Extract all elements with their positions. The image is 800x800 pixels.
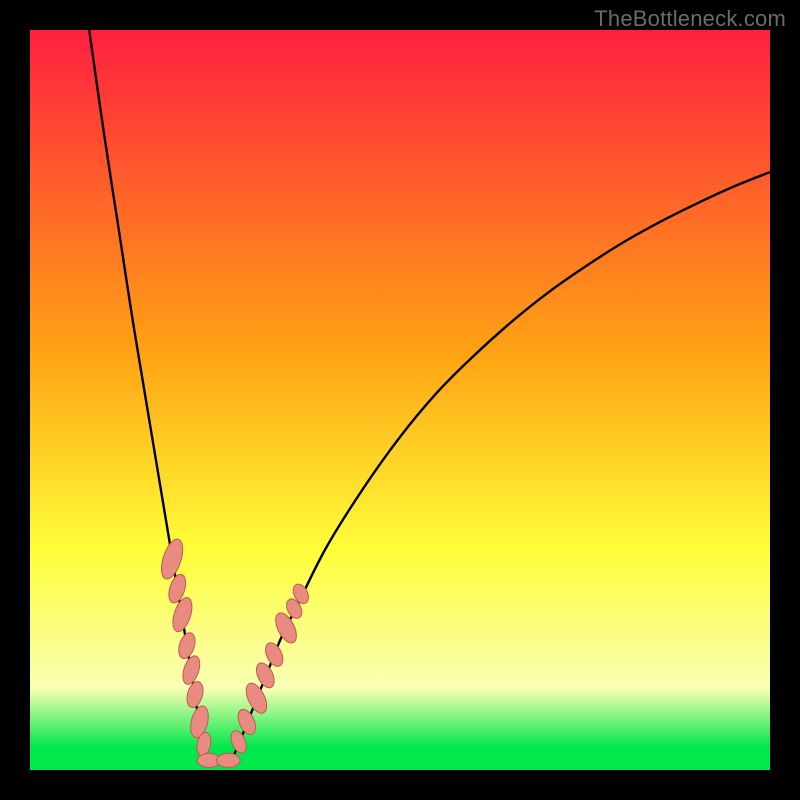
plot-area: [30, 30, 770, 770]
curve-marker: [216, 753, 240, 767]
background-gradient: [30, 30, 770, 770]
watermark-text: TheBottleneck.com: [594, 6, 786, 32]
chart-svg: [30, 30, 770, 770]
chart-frame: TheBottleneck.com: [0, 0, 800, 800]
